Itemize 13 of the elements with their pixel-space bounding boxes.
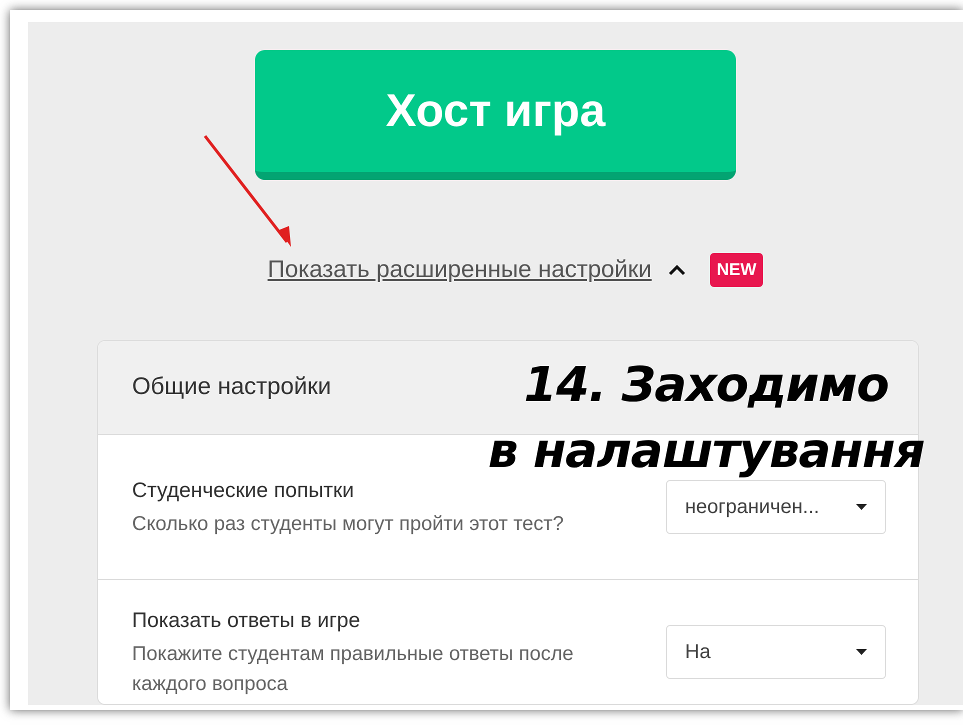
setting-title: Студенческие попытки [132,478,355,504]
panel-title: Общие настройки [132,372,332,402]
setting-title: Показать ответы в игре [132,608,362,634]
caret-down-icon [856,648,867,655]
caret-down-icon [856,504,867,510]
setting-description: Сколько раз студенты могут пройти этот тест? [132,512,565,537]
chevron-up-icon[interactable] [668,264,686,276]
annotation-text: 14. Заходимо в налаштування [488,356,924,481]
setting-select[interactable]: На [666,624,886,679]
advanced-settings-link[interactable]: Показать расширенные настройки [268,252,652,288]
new-badge: NEW [710,253,764,287]
setting-description: Покажите студентам правильные ответы после каждого вопроса [132,642,575,697]
setting-select[interactable]: неограничен... [666,480,886,534]
